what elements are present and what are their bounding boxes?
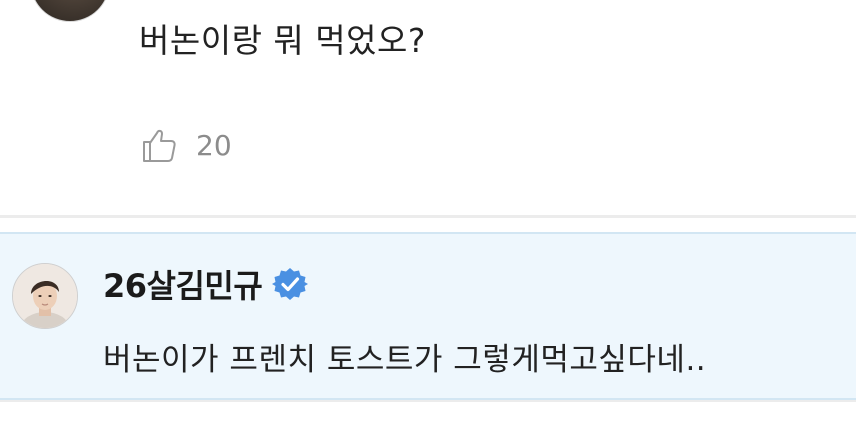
comment-item: 버논이랑 뭐 먹었오? 20 bbox=[0, 0, 856, 216]
like-count: 20 bbox=[196, 128, 232, 162]
reply-text: 버논이가 프렌치 토스트가 그렇게먹고싶다네.. bbox=[103, 342, 707, 378]
thumbs-up-icon[interactable] bbox=[138, 125, 178, 165]
avatar[interactable] bbox=[12, 263, 78, 329]
divider bbox=[0, 400, 856, 402]
reply-item: 26살김민규 버논이가 프렌치 토스트가 그렇게먹고싶다네.. bbox=[0, 232, 856, 400]
like-button[interactable]: 20 bbox=[138, 120, 232, 170]
comment-text: 버논이랑 뭐 먹었오? bbox=[139, 21, 426, 60]
reply-author: 26살김민규 bbox=[103, 260, 309, 308]
divider bbox=[0, 215, 856, 218]
verified-badge-icon bbox=[272, 266, 309, 302]
author-name[interactable]: 26살김민규 bbox=[103, 261, 263, 307]
comment-thread: 버논이랑 뭐 먹었오? 20 26살김민규 버논이가 프렌치 토스트가 그렇게먹… bbox=[0, 0, 856, 423]
avatar[interactable] bbox=[30, 0, 110, 22]
